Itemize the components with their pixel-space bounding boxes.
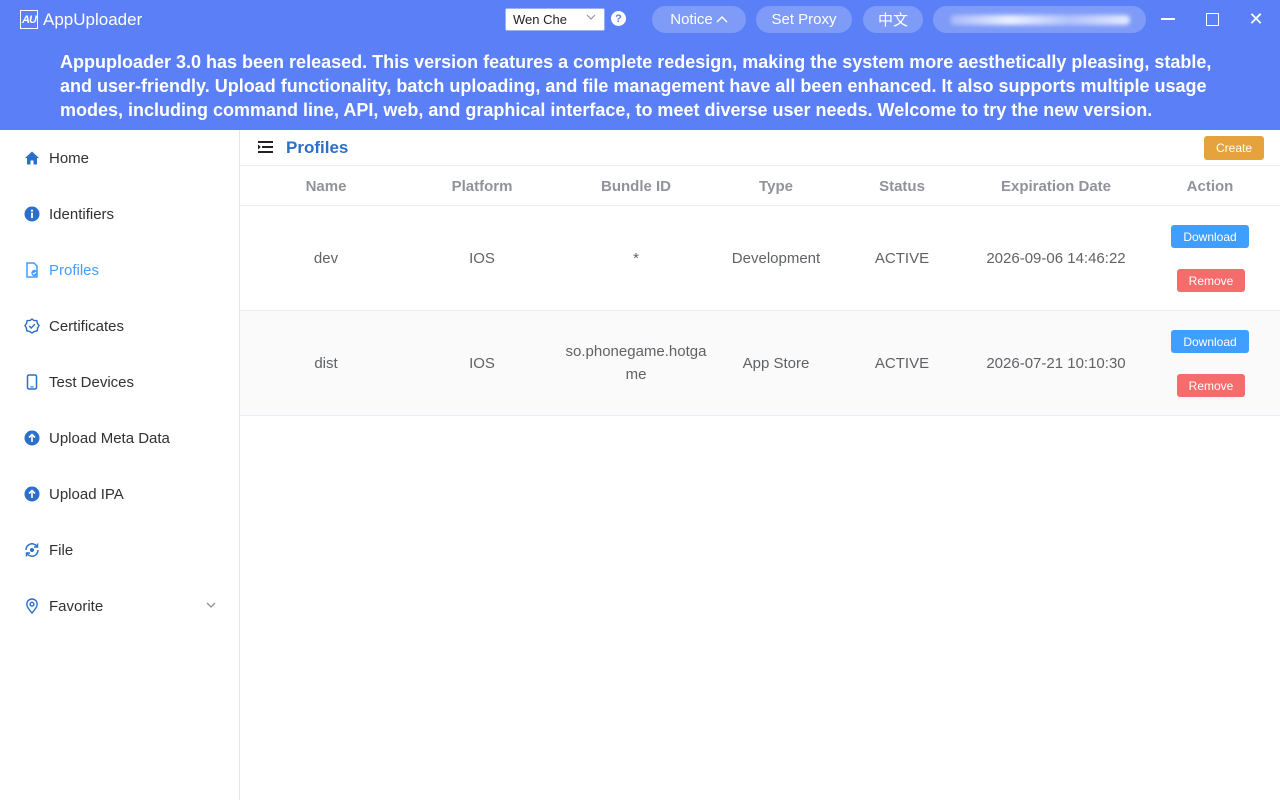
column-header-platform: Platform xyxy=(451,177,513,195)
page-header: Profiles Create xyxy=(240,130,1280,166)
page-title: Profiles xyxy=(286,138,349,157)
cell-name: dist xyxy=(314,354,338,372)
language-toggle-button[interactable]: 中文 xyxy=(863,6,923,33)
sidebar-item-label: Identifiers xyxy=(49,205,115,223)
notice-label: Notice xyxy=(670,11,713,28)
cell-status: ACTIVE xyxy=(874,249,930,267)
sidebar-item-label: File xyxy=(49,541,74,559)
chevron-up-icon xyxy=(716,15,728,25)
app-title: AppUploader xyxy=(43,10,143,29)
cell-platform: IOS xyxy=(469,354,495,372)
sidebar-item-identifiers[interactable]: Identifiers xyxy=(0,186,239,242)
title-bar: AU AppUploader Wen Che ? Notice Set Prox… xyxy=(0,0,1280,40)
minimize-button[interactable] xyxy=(1158,9,1178,29)
cell-status: ACTIVE xyxy=(874,354,930,372)
upload-circle-icon xyxy=(24,486,40,502)
download-button[interactable]: Download xyxy=(1171,225,1249,248)
column-header-name: Name xyxy=(305,177,347,195)
cell-expiration-date: 2026-07-21 10:10:30 xyxy=(986,354,1126,372)
file-sync-icon xyxy=(24,542,40,558)
column-header-type: Type xyxy=(759,177,793,195)
cell-platform: IOS xyxy=(469,249,495,267)
sidebar-item-label: Certificates xyxy=(49,317,125,335)
user-account-button[interactable] xyxy=(933,6,1146,33)
sidebar-item-profiles[interactable]: Profiles xyxy=(0,242,239,298)
sidebar-item-upload-ipa[interactable]: Upload IPA xyxy=(0,466,239,522)
info-icon xyxy=(24,206,40,222)
help-icon[interactable]: ? xyxy=(611,11,626,26)
cell-type: Development xyxy=(731,249,821,267)
sidebar: Home Identifiers Profiles Certificates T… xyxy=(0,130,240,800)
sidebar-item-label: Upload IPA xyxy=(49,485,124,503)
redacted-account-name xyxy=(949,14,1130,25)
table-header: Name Platform Bundle ID Type Status Expi… xyxy=(240,166,1280,206)
menu-collapse-icon[interactable] xyxy=(258,140,274,159)
set-proxy-button[interactable]: Set Proxy xyxy=(756,6,852,33)
profile-file-icon xyxy=(24,262,40,278)
sidebar-item-label: Favorite xyxy=(49,597,104,615)
sidebar-item-file[interactable]: File xyxy=(0,522,239,578)
location-pin-icon xyxy=(24,598,40,614)
table-row: dist IOS so.phonegame.hotgame App Store … xyxy=(240,311,1280,416)
sidebar-item-upload-meta-data[interactable]: Upload Meta Data xyxy=(0,410,239,466)
table-row: dev IOS * Development ACTIVE 2026-09-06 … xyxy=(240,206,1280,311)
account-select-value: Wen Che xyxy=(513,12,567,27)
phone-icon xyxy=(24,374,40,390)
remove-button[interactable]: Remove xyxy=(1177,374,1245,397)
remove-button[interactable]: Remove xyxy=(1177,269,1245,292)
sidebar-item-label: Test Devices xyxy=(49,373,135,391)
upload-circle-icon xyxy=(24,430,40,446)
chevron-down-icon xyxy=(205,598,217,615)
home-icon xyxy=(24,150,40,166)
sidebar-item-test-devices[interactable]: Test Devices xyxy=(0,354,239,410)
sidebar-item-home[interactable]: Home xyxy=(0,130,239,186)
cell-bundle-id: so.phonegame.hotgame xyxy=(565,343,707,383)
sidebar-item-certificates[interactable]: Certificates xyxy=(0,298,239,354)
announcement-banner: Appuploader 3.0 has been released. This … xyxy=(0,40,1280,130)
sidebar-item-favorite[interactable]: Favorite xyxy=(0,578,239,634)
sidebar-item-label: Upload Meta Data xyxy=(49,429,170,447)
notice-button[interactable]: Notice xyxy=(652,6,746,33)
cell-expiration-date: 2026-09-06 14:46:22 xyxy=(986,249,1126,267)
download-button[interactable]: Download xyxy=(1171,330,1249,353)
app-logo: AU xyxy=(20,10,38,29)
column-header-bundle-id: Bundle ID xyxy=(601,177,671,195)
create-button[interactable]: Create xyxy=(1204,136,1264,160)
cell-bundle-id: * xyxy=(633,249,639,267)
maximize-button[interactable] xyxy=(1202,9,1222,29)
cell-name: dev xyxy=(313,249,339,267)
sidebar-item-label: Home xyxy=(49,149,90,167)
account-select[interactable]: Wen Che xyxy=(505,8,605,31)
chevron-down-icon xyxy=(586,12,596,25)
column-header-action: Action xyxy=(1186,177,1234,195)
certificate-badge-icon xyxy=(24,318,40,334)
close-button[interactable]: ✕ xyxy=(1246,9,1266,29)
sidebar-item-label: Profiles xyxy=(49,261,100,279)
column-header-status: Status xyxy=(879,177,925,195)
cell-type: App Store xyxy=(742,354,810,372)
column-header-expiration-date: Expiration Date xyxy=(1000,177,1112,195)
